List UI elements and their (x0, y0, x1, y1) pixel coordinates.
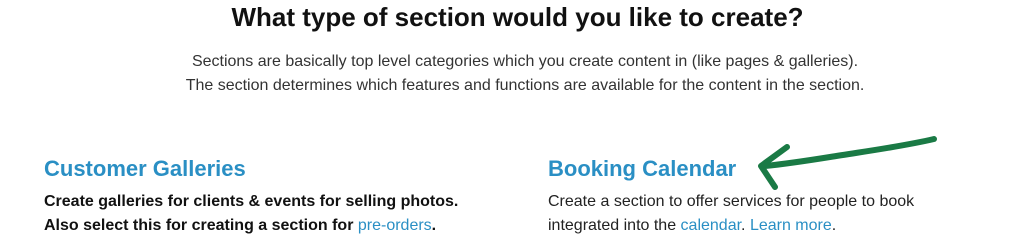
booking-calendar-desc-mid: . (741, 217, 750, 234)
customer-galleries-desc-line-2: Also select this for creating a section … (44, 214, 514, 238)
booking-calendar-description: Create a section to offer services for p… (548, 190, 1028, 238)
customer-galleries-description: Create galleries for clients & events fo… (44, 190, 514, 238)
calendar-link[interactable]: calendar (681, 217, 742, 234)
customer-galleries-desc-suffix: . (431, 217, 437, 234)
booking-calendar-desc-prefix: integrated into the (548, 217, 681, 234)
booking-calendar-title[interactable]: Booking Calendar (548, 154, 1028, 184)
customer-galleries-title[interactable]: Customer Galleries (44, 154, 514, 184)
booking-calendar-desc-line-1: Create a section to offer services for p… (548, 193, 915, 210)
intro-line-2: The section determines which features an… (185, 77, 865, 94)
learn-more-link[interactable]: Learn more (750, 217, 832, 234)
customer-galleries-desc-prefix: Also select this for creating a section … (44, 217, 358, 234)
intro-text: Sections are basically top level categor… (0, 50, 1035, 98)
booking-calendar-desc-suffix: . (831, 217, 837, 234)
booking-calendar-desc-line-2: integrated into the calendar. Learn more… (548, 214, 1028, 238)
intro-line-1: Sections are basically top level categor… (191, 53, 859, 70)
pre-orders-link[interactable]: pre-orders (358, 217, 432, 234)
page-title: What type of section would you like to c… (231, 2, 804, 32)
option-customer-galleries[interactable]: Customer Galleries Create galleries for … (44, 154, 514, 238)
customer-galleries-desc-line-1: Create galleries for clients & events fo… (44, 193, 459, 210)
option-booking-calendar[interactable]: Booking Calendar Create a section to off… (548, 154, 1028, 238)
